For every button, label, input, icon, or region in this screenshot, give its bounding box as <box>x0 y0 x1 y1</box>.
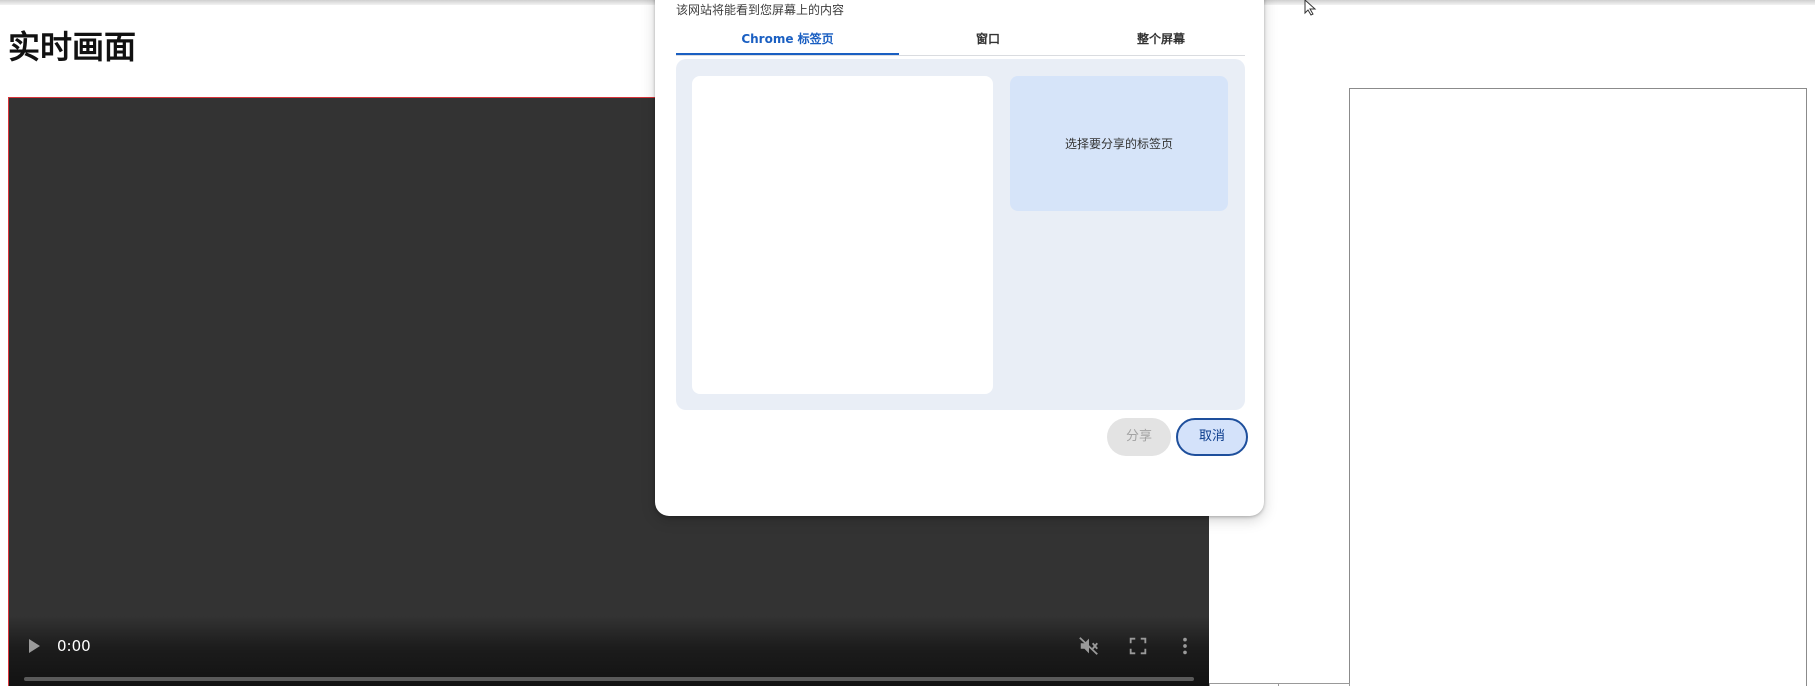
dialog-subtitle: 该网站将能看到您屏幕上的内容 <box>676 3 845 17</box>
tab-list[interactable] <box>692 76 993 394</box>
tab-entire-screen[interactable]: 整个屏幕 <box>1077 25 1245 55</box>
screen-share-dialog: 该网站将能看到您屏幕上的内容 Chrome 标签页 窗口 整个屏幕 选择要分享的… <box>655 0 1264 516</box>
tab-chrome-tabs[interactable]: Chrome 标签页 <box>676 25 899 55</box>
mouse-cursor-icon <box>1304 0 1317 16</box>
video-controls: 0:00 <box>9 616 1209 686</box>
fullscreen-icon[interactable] <box>1127 635 1149 657</box>
share-button[interactable]: 分享 <box>1107 418 1171 456</box>
cancel-button[interactable]: 取消 <box>1176 418 1248 456</box>
more-vert-icon[interactable] <box>1174 635 1196 657</box>
share-source-tabs: Chrome 标签页 窗口 整个屏幕 <box>676 25 1245 56</box>
volume-muted-icon[interactable] <box>1078 635 1100 657</box>
share-preview: 选择要分享的标签页 <box>1010 76 1228 211</box>
page: 实时画面 0:00 该网站将能看到您屏幕上的内容 Chrome 标签页 窗口 整… <box>0 0 1815 686</box>
page-title: 实时画面 <box>8 28 137 66</box>
video-time: 0:00 <box>57 637 91 655</box>
video-progress-bar[interactable] <box>24 677 1194 681</box>
share-content-area: 选择要分享的标签页 <box>676 59 1245 410</box>
tab-window[interactable]: 窗口 <box>899 25 1077 55</box>
side-panel <box>1349 88 1807 686</box>
preview-hint: 选择要分享的标签页 <box>1064 137 1173 151</box>
play-icon[interactable] <box>29 639 40 653</box>
